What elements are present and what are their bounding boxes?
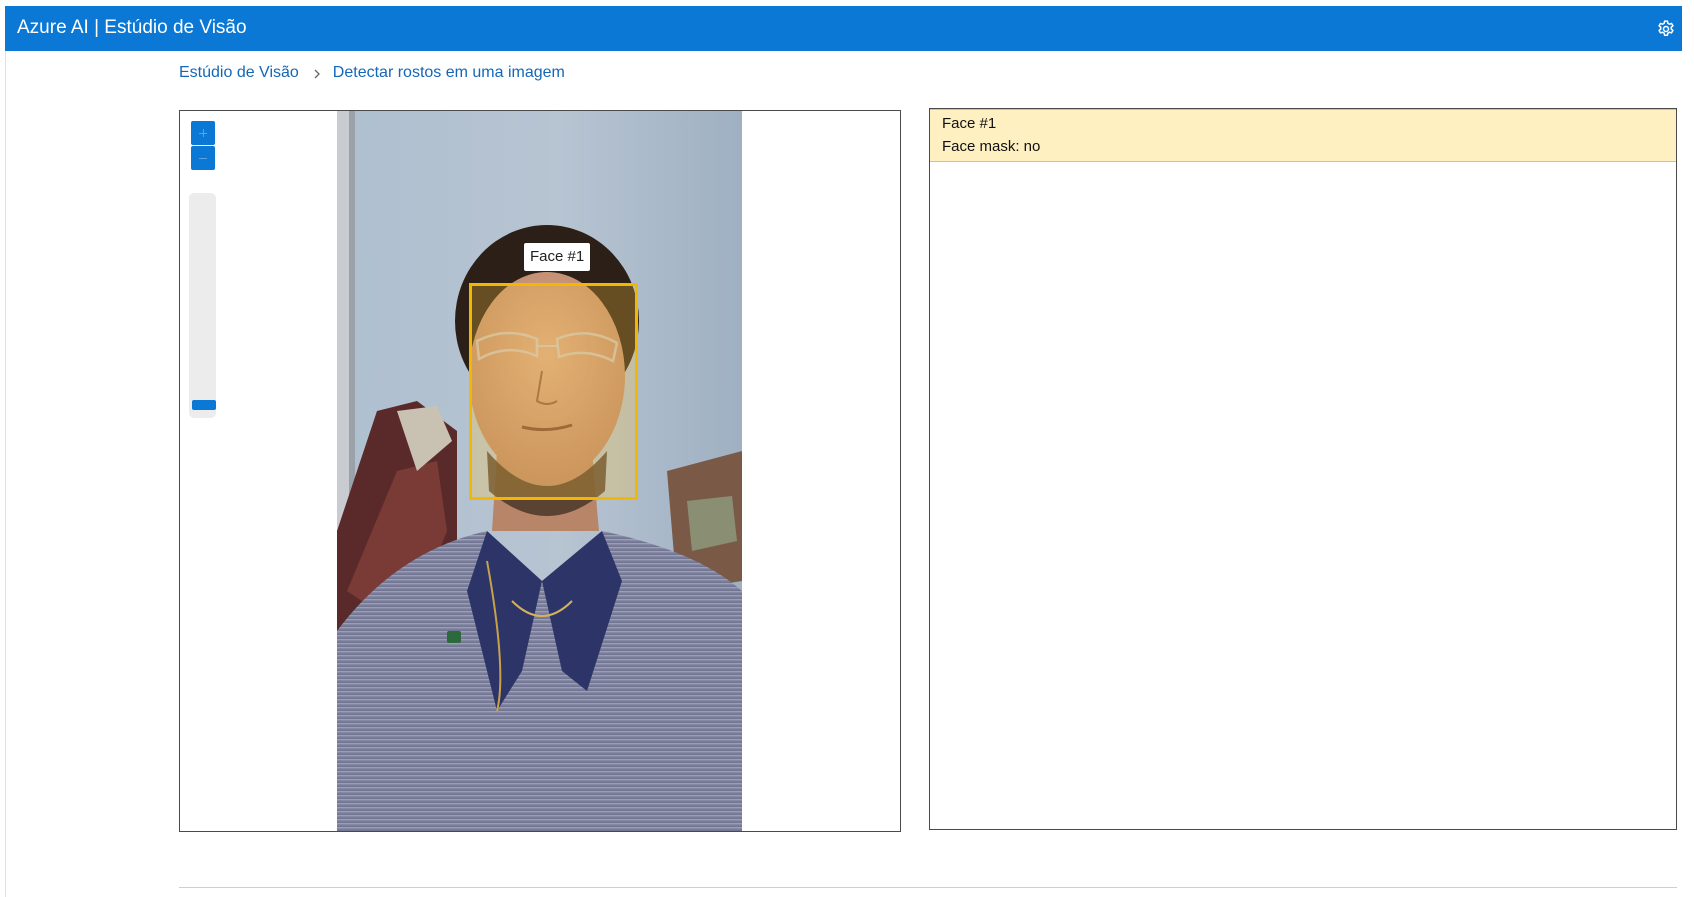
breadcrumb-link-vision-studio[interactable]: Estúdio de Visão bbox=[179, 64, 299, 82]
face-bounding-box[interactable] bbox=[469, 283, 638, 500]
chevron-right-icon bbox=[311, 67, 323, 79]
result-item-face-1[interactable]: Face #1 Face mask: no bbox=[930, 109, 1676, 162]
app-title: Azure AI | Estúdio de Visão bbox=[17, 17, 247, 38]
breadcrumb-link-detect-faces[interactable]: Detectar rostos em uma imagem bbox=[333, 64, 565, 82]
bottom-divider bbox=[179, 887, 1677, 888]
zoom-slider[interactable] bbox=[189, 193, 216, 418]
minus-icon bbox=[199, 157, 207, 159]
gear-icon[interactable] bbox=[1653, 16, 1679, 42]
left-border bbox=[5, 51, 6, 897]
plus-icon bbox=[199, 129, 207, 137]
results-panel: Face #1 Face mask: no bbox=[929, 108, 1677, 830]
image-viewer: Face #1 bbox=[179, 110, 901, 832]
breadcrumb: Estúdio de Visão Detectar rostos em uma … bbox=[179, 61, 565, 85]
result-face-title: Face #1 bbox=[942, 115, 997, 132]
face-label: Face #1 bbox=[524, 243, 591, 271]
top-app-bar: Azure AI | Estúdio de Visão bbox=[5, 6, 1682, 51]
zoom-out-button[interactable] bbox=[191, 146, 215, 170]
zoom-slider-thumb[interactable] bbox=[192, 400, 216, 410]
result-face-mask: Face mask: no bbox=[942, 138, 1041, 155]
zoom-in-button[interactable] bbox=[191, 121, 215, 145]
